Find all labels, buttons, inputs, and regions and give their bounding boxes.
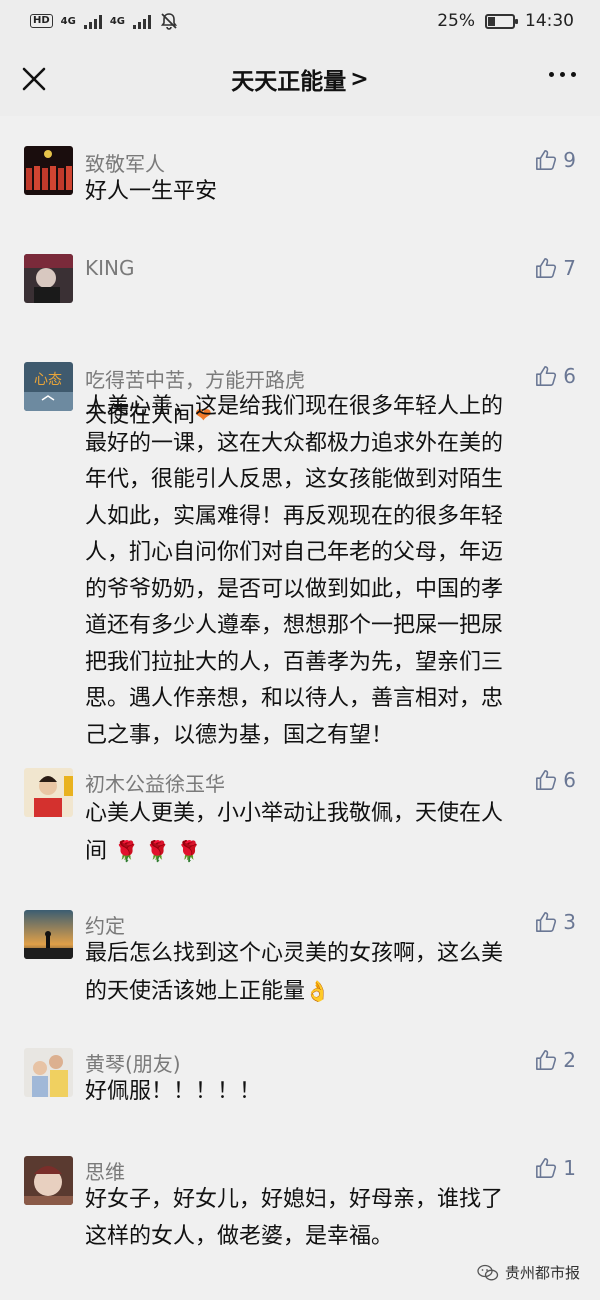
comment-line-text: 的天使活该她上正能量 bbox=[85, 978, 306, 1004]
avatar[interactable] bbox=[24, 768, 73, 817]
comment-author[interactable]: 思维 bbox=[85, 1156, 125, 1185]
more-icon[interactable] bbox=[549, 72, 576, 77]
comment-line: 最后怎么找到这个心灵美的女孩啊，这么美 bbox=[85, 941, 504, 966]
comment-line: 心美人更美，小小举动让我敬佩，天使在人 bbox=[85, 801, 504, 826]
like-count: 2 bbox=[563, 1048, 576, 1072]
comment-line: 好佩服！！！！！ bbox=[85, 1079, 262, 1104]
avatar-text: 心态 bbox=[34, 372, 62, 388]
avatar[interactable] bbox=[24, 1048, 73, 1097]
like-count: 6 bbox=[563, 364, 576, 388]
page-title[interactable]: 天天正能量 > bbox=[231, 62, 368, 96]
status-bar: HD 4G 4G 25% 14:30 bbox=[0, 0, 600, 42]
comment-text: 最后怎么找到这个心灵美的女孩啊，这么美 的天使活该她上正能量👌 bbox=[85, 936, 565, 1010]
avatar[interactable]: 心态 bbox=[24, 362, 73, 411]
clock: 14:30 bbox=[525, 11, 574, 31]
mute-icon bbox=[160, 13, 178, 30]
page-title-text: 天天正能量 bbox=[231, 69, 347, 95]
like-count: 9 bbox=[563, 148, 576, 172]
thumbs-up-icon bbox=[536, 258, 557, 278]
battery-icon bbox=[485, 13, 518, 29]
watermark: 贵州都市报 bbox=[476, 1262, 580, 1283]
battery-fill bbox=[488, 16, 495, 26]
avatar[interactable] bbox=[24, 254, 73, 303]
comment-text: 心美人更美，小小举动让我敬佩，天使在人 间 🌹 🌹 🌹 bbox=[85, 796, 565, 870]
like-button[interactable]: 6 bbox=[535, 768, 576, 792]
nav-bar: 天天正能量 > bbox=[0, 42, 600, 116]
comment-line: 道还有多少人遵奉，想想那个一把屎一把尿 bbox=[85, 613, 504, 638]
ok-hand-emoji: 👌 bbox=[305, 978, 330, 1003]
comment-author[interactable]: KING bbox=[85, 256, 134, 280]
avatar[interactable] bbox=[24, 1156, 73, 1205]
comment-line: 最好的一课，这在大众都极力追求外在美的 bbox=[85, 430, 504, 456]
comment-author[interactable]: 黄琴(朋友) bbox=[85, 1048, 181, 1077]
comment-line: 好女子，好女儿，好媳妇，好母亲，谁找了 bbox=[85, 1187, 504, 1212]
chevron-right-icon: > bbox=[350, 66, 369, 92]
signal-icon bbox=[83, 14, 102, 29]
network-type-2: 4G bbox=[109, 15, 126, 27]
comment-text: 人美心善，这是给我们现在很多年轻人上的 最好的一课，这在大众都极力追求外在美的 … bbox=[85, 389, 565, 754]
comment-line: 人如此，实属难得！再反观现在的很多年轻 bbox=[85, 503, 504, 529]
comment-author[interactable]: 致敬军人 bbox=[85, 148, 165, 177]
comment-line: 人美心善，这是给我们现在很多年轻人上的 bbox=[85, 394, 504, 419]
comment-author[interactable]: 约定 bbox=[85, 910, 125, 939]
status-right: 25% 14:30 bbox=[437, 11, 574, 31]
battery-percent: 25% bbox=[437, 11, 475, 31]
status-left: HD 4G 4G bbox=[30, 11, 179, 31]
comment-line: 间 🌹 🌹 🌹 bbox=[85, 833, 565, 871]
thumbs-up-icon bbox=[536, 1050, 557, 1070]
comment-line: 这样的女人，做老婆，是幸福。 bbox=[85, 1223, 394, 1249]
comment-line: 把我们拉扯大的人，百善孝为先，望亲们三 bbox=[85, 649, 504, 675]
signal-icon-2 bbox=[133, 14, 152, 29]
like-button[interactable]: 1 bbox=[535, 1156, 576, 1180]
like-button[interactable]: 7 bbox=[535, 256, 576, 280]
thumbs-up-icon bbox=[536, 912, 557, 932]
thumbs-up-icon bbox=[536, 770, 557, 790]
like-button[interactable]: 6 bbox=[535, 364, 576, 388]
avatar[interactable] bbox=[24, 910, 73, 959]
rose-emoji: 🌹 🌹 🌹 bbox=[114, 838, 202, 863]
thumbs-up-icon bbox=[536, 366, 557, 386]
comment-author[interactable]: 初木公益徐玉华 bbox=[85, 768, 225, 797]
comment-text: 好佩服！！！！！ bbox=[85, 1074, 565, 1111]
like-count: 7 bbox=[563, 256, 576, 280]
network-type-1: 4G bbox=[60, 15, 76, 27]
like-button[interactable]: 3 bbox=[535, 910, 576, 934]
hd-icon: HD bbox=[30, 14, 53, 28]
like-button[interactable]: 2 bbox=[535, 1048, 576, 1072]
comment-line: 的爷爷奶奶，是否可以做到如此，中国的孝 bbox=[85, 576, 504, 602]
comment-line: 人，扪心自问你们对自己年老的父母，年迈 bbox=[85, 540, 504, 565]
comment-text: 好女子，好女儿，好媳妇，好母亲，谁找了 这样的女人，做老婆，是幸福。 bbox=[85, 1182, 565, 1255]
comment-line: 好人一生平安 bbox=[85, 179, 218, 204]
thumbs-up-icon bbox=[536, 1158, 557, 1178]
thumbs-up-icon bbox=[536, 150, 557, 170]
comment-line: 思。遇人作亲想，和以待人，善言相对，忠 bbox=[85, 686, 504, 711]
avatar[interactable] bbox=[24, 146, 73, 195]
watermark-text: 贵州都市报 bbox=[504, 1264, 580, 1282]
like-count: 6 bbox=[563, 768, 576, 792]
close-icon[interactable] bbox=[18, 63, 50, 95]
comment-line: 年代，很能引人反思，这女孩能做到对陌生 bbox=[85, 467, 504, 492]
comment-line: 的天使活该她上正能量👌 bbox=[85, 973, 565, 1011]
comment-line: 己之事，以德为基，国之有望！ bbox=[85, 722, 394, 748]
like-count: 1 bbox=[563, 1156, 576, 1180]
like-button[interactable]: 9 bbox=[535, 148, 576, 172]
like-count: 3 bbox=[563, 910, 576, 934]
comment-line-text: 间 bbox=[85, 838, 108, 864]
comment-list: 致敬军人 9 好人一生平安 KING 7 天使在人间❤ 心态 吃得苦中苦，方能开… bbox=[0, 116, 600, 1300]
wechat-icon bbox=[477, 1264, 499, 1280]
comment-text: 好人一生平安 bbox=[85, 174, 565, 211]
